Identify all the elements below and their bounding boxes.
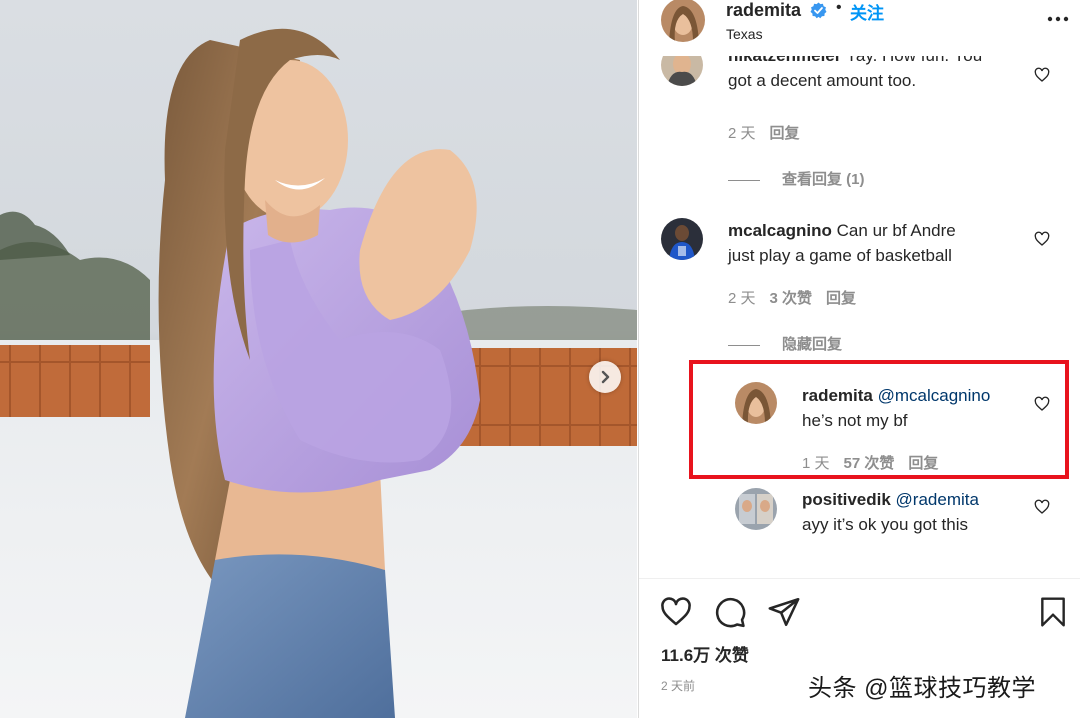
send-icon[interactable] — [767, 595, 801, 629]
post-header: rademita • 关注 Texas — [639, 0, 1080, 56]
heart-icon[interactable] — [659, 595, 693, 629]
mention-link[interactable]: @rademita — [896, 490, 979, 509]
photo-scene — [0, 0, 637, 718]
post-photo[interactable] — [0, 0, 637, 718]
follow-button[interactable]: 关注 — [850, 0, 884, 24]
view-replies-button[interactable]: 查看回复 (1) — [728, 168, 865, 189]
comment-time: 2 天 — [728, 125, 756, 142]
reply-button[interactable]: 回复 — [826, 290, 856, 307]
comment-text: mcalcagnino Can ur bf Andre just play a … — [728, 218, 956, 268]
post-location[interactable]: Texas — [726, 26, 763, 42]
comment-like-count[interactable]: 3 次赞 — [770, 290, 813, 307]
post-timestamp[interactable]: 2 天前 — [661, 677, 695, 694]
comment-username[interactable]: mcalcagnino — [728, 221, 832, 240]
more-options-icon[interactable] — [1047, 14, 1069, 24]
header-separator: • — [836, 0, 842, 16]
comment-meta: 2 天 3 次赞 回复 — [728, 287, 870, 308]
author-avatar[interactable] — [661, 0, 705, 42]
highlight-annotation-box — [689, 360, 1069, 479]
hide-replies-button[interactable]: 隐藏回复 — [728, 333, 842, 354]
like-count[interactable]: 11.6万 次赞 — [661, 641, 749, 666]
chevron-right-icon — [601, 370, 610, 384]
comment-heart-icon[interactable] — [1034, 231, 1050, 247]
bookmark-icon[interactable] — [1037, 595, 1069, 629]
reply-username[interactable]: positivedik — [802, 490, 891, 509]
author-username[interactable]: rademita — [726, 0, 801, 21]
comment-meta: 2 天回复 — [728, 122, 814, 143]
comment-time: 2 天 — [728, 290, 756, 307]
comment-line-1: Yay. How fun. You — [846, 56, 982, 65]
comments-list: nikatzenmeier Yay. How fun. You got a de… — [639, 56, 1080, 578]
comment-heart-icon[interactable] — [1034, 67, 1050, 83]
reply-button[interactable]: 回复 — [770, 125, 800, 142]
watermark-text: 头条 @篮球技巧教学 — [808, 675, 1037, 702]
verified-badge-icon — [810, 2, 827, 19]
comment-line-2: got a decent amount too. — [728, 71, 917, 90]
comment-icon[interactable] — [713, 595, 747, 629]
reply-avatar[interactable] — [735, 488, 777, 530]
commenter-avatar[interactable] — [661, 218, 703, 260]
reply-text: positivedik @rademita ayy it’s ok you go… — [802, 487, 979, 537]
comment-username[interactable]: nikatzenmeier — [728, 56, 841, 65]
comment-text: nikatzenmeier Yay. How fun. You got a de… — [728, 56, 982, 106]
post-side-panel: rademita • 关注 Texas nikatzenmeier Y — [638, 0, 1080, 718]
commenter-avatar[interactable] — [661, 56, 703, 86]
divider-line — [728, 179, 760, 181]
carousel-next-button[interactable] — [589, 361, 621, 393]
divider-line — [728, 344, 760, 346]
comment-line-2: just play a game of basketball — [728, 246, 952, 265]
reply-body: ayy it’s ok you got this — [802, 515, 968, 534]
comment-heart-icon[interactable] — [1034, 499, 1050, 515]
comment-line-1: Can ur bf Andre — [836, 221, 956, 240]
